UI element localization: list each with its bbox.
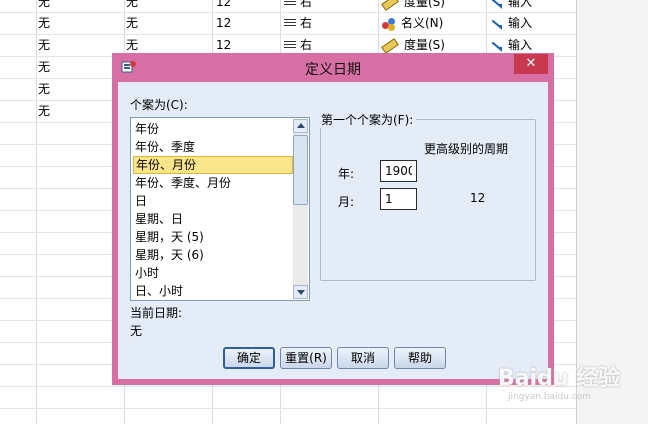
align-right-icon <box>284 41 296 50</box>
scroll-up-button[interactable] <box>293 119 308 133</box>
reset-button[interactable]: 重置(R) <box>280 347 332 369</box>
list-item-selected[interactable]: 年份、月份 <box>133 156 293 174</box>
define-dates-dialog: 定义日期 ✕ 个案为(C): 年份 年份、季度 年份、月份 年份、季度、月份 日… <box>112 53 554 385</box>
cell-missing[interactable]: 无 <box>38 79 50 101</box>
baidu-watermark: Baidu 经验 <box>498 366 621 391</box>
month-label: 月: <box>338 195 355 209</box>
cell-values[interactable]: 无 <box>126 13 138 35</box>
cell-measure[interactable]: 名义(N) <box>382 13 443 35</box>
ok-button[interactable]: 确定 <box>223 347 275 369</box>
list-item[interactable]: 日 <box>133 192 293 210</box>
cell-columns[interactable]: 12 <box>216 13 231 35</box>
list-item[interactable]: 年份 <box>133 120 293 138</box>
align-right-icon <box>284 0 296 7</box>
cell-missing[interactable]: 无 <box>38 13 50 35</box>
input-arrow-icon <box>490 40 502 52</box>
listbox-scrollbar[interactable] <box>293 119 308 299</box>
higher-level-periodicity-label: 更高级别的周期 <box>424 142 509 156</box>
list-item[interactable]: 年份、季度、月份 <box>133 174 293 192</box>
list-item[interactable]: 小时 <box>133 264 293 282</box>
cell-measure[interactable]: 度量(S) <box>381 0 445 14</box>
list-item[interactable]: 年份、季度 <box>133 138 293 156</box>
baidu-watermark-url: jingyan.baidu.com <box>508 392 592 402</box>
cell-missing[interactable]: 无 <box>38 101 50 123</box>
cell-align[interactable]: 右 <box>284 0 312 14</box>
month-periodicity-value: 12 <box>470 191 486 205</box>
scroll-thumb[interactable] <box>293 135 308 205</box>
dialog-body: 个案为(C): 年份 年份、季度 年份、月份 年份、季度、月份 日 星期、日 星… <box>118 82 548 379</box>
first-case-label: 第一个个案为(F): <box>318 111 417 128</box>
year-input[interactable] <box>380 160 417 182</box>
input-arrow-icon <box>490 18 502 30</box>
cell-columns[interactable]: 12 <box>216 0 231 14</box>
ruler-icon <box>381 37 399 54</box>
month-input[interactable] <box>380 188 417 210</box>
input-arrow-icon <box>490 0 502 9</box>
list-item[interactable]: 日、小时 <box>133 282 293 300</box>
cell-missing[interactable]: 无 <box>38 57 50 79</box>
cancel-button[interactable]: 取消 <box>337 347 389 369</box>
cases-are-label: 个案为(C): <box>130 98 188 112</box>
dialog-title: 定义日期 <box>305 62 361 78</box>
dialog-titlebar[interactable]: 定义日期 ✕ <box>112 53 554 81</box>
nominal-icon <box>382 17 396 31</box>
list-item[interactable]: 星期，天 (5) <box>133 228 293 246</box>
cell-values[interactable]: 无 <box>126 0 138 14</box>
current-date-value: 无 <box>130 324 143 338</box>
cases-are-listbox[interactable]: 年份 年份、季度 年份、月份 年份、季度、月份 日 星期、日 星期，天 (5) … <box>130 117 310 301</box>
cell-align[interactable]: 右 <box>284 13 312 35</box>
cell-missing[interactable]: 无 <box>38 0 50 14</box>
scroll-down-button[interactable] <box>293 285 308 299</box>
ruler-icon <box>381 0 399 11</box>
cell-role[interactable]: 输入 <box>490 0 532 14</box>
close-icon: ✕ <box>525 56 537 71</box>
align-right-icon <box>284 19 296 28</box>
current-date-label: 当前日期: <box>130 306 183 320</box>
cell-missing[interactable]: 无 <box>38 35 50 57</box>
arrow-up-icon <box>297 123 305 128</box>
year-label: 年: <box>338 167 355 181</box>
help-button[interactable]: 帮助 <box>394 347 446 369</box>
arrow-down-icon <box>297 290 305 295</box>
close-button[interactable]: ✕ <box>514 54 548 74</box>
list-item[interactable]: 星期、日 <box>133 210 293 228</box>
cell-role[interactable]: 输入 <box>490 13 532 35</box>
list-item[interactable]: 星期，天 (6) <box>133 246 293 264</box>
